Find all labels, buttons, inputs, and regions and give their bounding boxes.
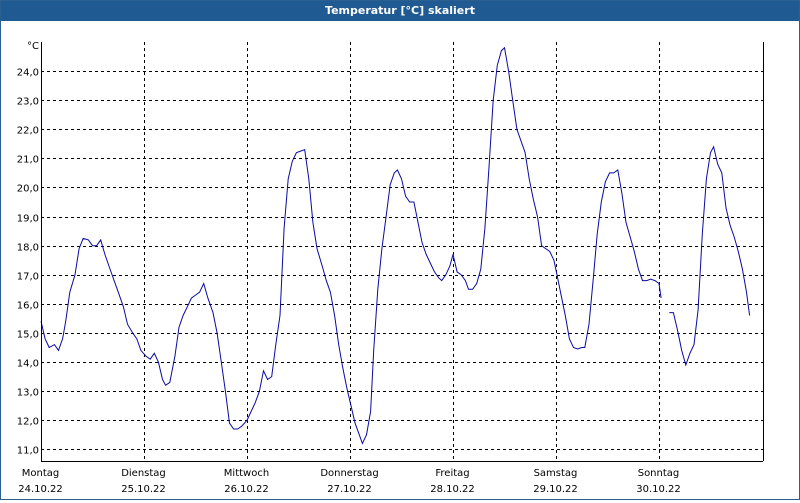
y-tick-label: 11,0 — [17, 446, 39, 457]
series-lines — [40, 46, 751, 445]
y-tick-label: 17,0 — [17, 272, 39, 283]
y-tick-label: 21,0 — [17, 155, 39, 166]
x-tick-weekday: Mittwoch — [224, 468, 269, 479]
y-tick-label: 16,0 — [17, 301, 39, 312]
grid-lines — [41, 42, 763, 461]
y-tick-labels: 11,0 12,0 13,0 14,0 15,0 16,0 17,0 18,0 19,0 20,0… — [17, 68, 39, 457]
y-tick-label: 20,0 — [17, 184, 39, 195]
x-tick-date: 24.10.22 — [18, 484, 63, 495]
x-tick-weekday: Donnerstag — [320, 468, 378, 479]
x-tick-date: 28.10.22 — [430, 484, 475, 495]
temperature-line — [669, 145, 751, 367]
temperature-line — [40, 46, 662, 445]
y-tick-label: 19,0 — [17, 214, 39, 225]
y-tick-label: 15,0 — [17, 330, 39, 341]
y-tick-label: 13,0 — [17, 388, 39, 399]
x-tick-weekday: Samstag — [534, 468, 578, 479]
x-tick-weekday: Sonntag — [638, 468, 680, 479]
y-tick-label: 23,0 — [17, 97, 39, 108]
temperature-chart: 11,0 12,0 13,0 14,0 15,0 16,0 17,0 18,0 19,0 20,0… — [17, 41, 764, 495]
y-tick-label: 24,0 — [17, 68, 39, 79]
x-tick-weekday: Dienstag — [121, 468, 166, 479]
x-tick-date: 25.10.22 — [121, 484, 166, 495]
y-tick-label: 12,0 — [17, 417, 39, 428]
y-tick-label: 14,0 — [17, 359, 39, 370]
y-tick-label: 22,0 — [17, 126, 39, 137]
x-tick-date: 30.10.22 — [636, 484, 681, 495]
y-tick-label: 18,0 — [17, 243, 39, 254]
x-tick-date: 27.10.22 — [327, 484, 372, 495]
x-tick-weekday: Freitag — [435, 468, 469, 479]
x-tick-date: 26.10.22 — [224, 484, 269, 495]
x-tick-weekday: Montag — [22, 468, 59, 479]
x-tick-labels: Montag 24.10.22 Dienstag 25.10.22 Mittwoch 26… — [18, 468, 681, 495]
x-tick-date: 29.10.22 — [533, 484, 578, 495]
chart-window: Temperatur [°C] skaliert 11,0 12,0 13,0 14,… — [0, 0, 800, 500]
chart-title: Temperatur [°C] skaliert — [1, 1, 799, 21]
chart-area: 11,0 12,0 13,0 14,0 15,0 16,0 17,0 18,0 19,0 20,0… — [1, 22, 799, 499]
plot-frame — [41, 42, 764, 462]
y-unit-label: °C — [27, 41, 39, 52]
